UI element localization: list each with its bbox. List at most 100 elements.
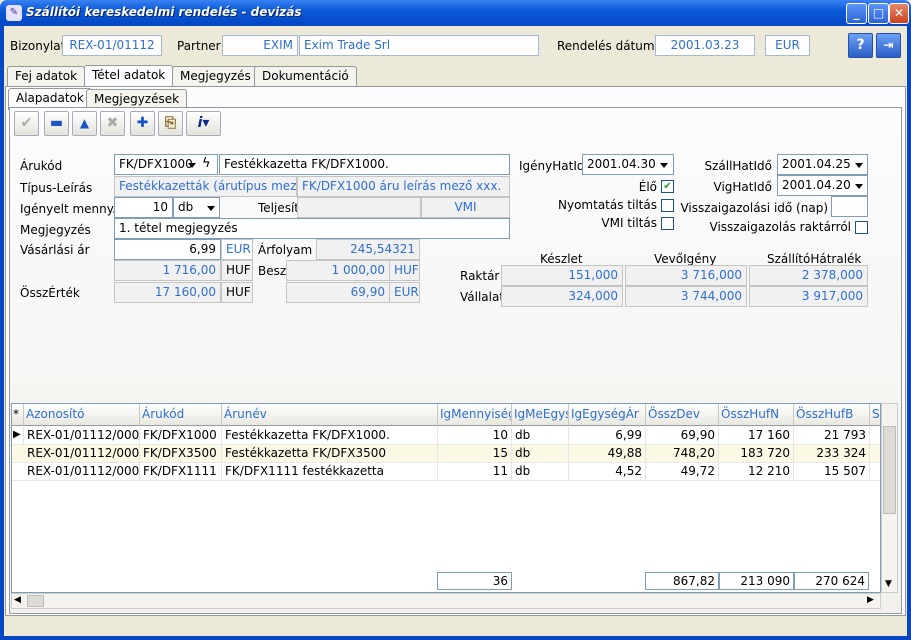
- col-igmeegys[interactable]: IgMeEgys: [512, 404, 569, 426]
- elo-checkbox[interactable]: ✔: [661, 180, 674, 193]
- scroll-left-icon[interactable]: ◀: [14, 595, 21, 605]
- igenyelt-field[interactable]: 10: [114, 197, 173, 218]
- visszaig-field[interactable]: [831, 196, 868, 217]
- cell-igegysegar[interactable]: 4,52: [569, 463, 646, 481]
- cell-osszhufn[interactable]: 17 160: [719, 427, 794, 445]
- app-icon: ✎: [6, 5, 22, 21]
- cell-arunev[interactable]: Festékkazetta FK/DFX1000.: [222, 427, 438, 445]
- exit-icon[interactable]: ⇥: [876, 33, 901, 58]
- bizonylat-field[interactable]: REX-01/01112: [62, 35, 162, 56]
- tab-megjegyzes[interactable]: Megjegyzés: [172, 66, 259, 86]
- stock-col-szallitohatralek: SzállítóHátralék: [767, 252, 862, 266]
- horizontal-scrollbar[interactable]: ◀ ▶: [11, 593, 881, 609]
- items-grid[interactable]: * Azonosító Árukód Árunév IgMennyiség Ig…: [11, 403, 881, 593]
- cell-arukod[interactable]: FK/DFX1111: [140, 463, 222, 481]
- cell-azonosito[interactable]: REX-01/01112/0002: [24, 445, 140, 463]
- partner-name-field[interactable]: Exim Trade Srl: [299, 35, 539, 56]
- cell-igmeegys[interactable]: db: [512, 445, 569, 463]
- table-row[interactable]: REX-01/01112/0003 FK/DFX1111 FK/DFX1111 …: [12, 463, 880, 481]
- hscroll-thumb[interactable]: [27, 595, 44, 607]
- cell-igegysegar[interactable]: 49,88: [569, 445, 646, 463]
- currency-field[interactable]: EUR: [765, 35, 810, 56]
- maximize-button[interactable]: □: [868, 3, 889, 24]
- table-row[interactable]: REX-01/01112/0002 FK/DFX3500 Festékkazet…: [12, 445, 880, 463]
- add-row-button[interactable]: ✚: [130, 111, 155, 136]
- cell-arunev[interactable]: FK/DFX1111 festékkazetta: [222, 463, 438, 481]
- cell-osszdev[interactable]: 49,72: [646, 463, 719, 481]
- tab-dokumentacio[interactable]: Dokumentáció: [254, 66, 357, 86]
- cell-azonosito[interactable]: REX-01/01112/0003: [24, 463, 140, 481]
- visszaig-raktar-label: Visszaigazolás raktárról: [709, 220, 852, 234]
- scroll-down-icon[interactable]: ▼: [885, 579, 892, 589]
- stock-vallalat-keszlet: 324,000: [501, 286, 623, 307]
- arfolyam-field: 245,54321: [316, 239, 420, 260]
- cell-osszdev[interactable]: 69,90: [646, 427, 719, 445]
- vighat-value: 2001.04.20: [782, 178, 851, 192]
- cell-arunev[interactable]: Festékkazetta FK/DFX3500: [222, 445, 438, 463]
- total-osszdev: 867,82: [645, 572, 719, 590]
- cell-arukod[interactable]: FK/DFX3500: [140, 445, 222, 463]
- col-osszhufn[interactable]: ÖsszHufN: [719, 404, 794, 426]
- cancel-button[interactable]: ✖: [100, 111, 125, 136]
- date-field[interactable]: 2001.03.23: [655, 35, 755, 56]
- chevron-down-icon: [188, 163, 196, 168]
- cell-osszdev[interactable]: 748,20: [646, 445, 719, 463]
- igenyelt-label: Igényelt menny.: [20, 202, 116, 216]
- visszaig-raktar-checkbox[interactable]: [855, 221, 868, 234]
- vertical-scrollbar[interactable]: ▼: [881, 403, 898, 593]
- cell-osszhufn[interactable]: 183 720: [719, 445, 794, 463]
- cell-azonosito[interactable]: REX-01/01112/0001: [24, 427, 140, 445]
- col-arukod[interactable]: Árukód: [140, 404, 222, 426]
- teljesitett-field: [297, 197, 421, 218]
- stock-col-keszlet: Készlet: [540, 252, 583, 266]
- tipus-field: Festékkazetták (árutípus mező): [114, 176, 297, 197]
- megjegyzes-field[interactable]: 1. tétel megjegyzés: [114, 218, 510, 239]
- help-icon[interactable]: ?: [848, 33, 873, 58]
- cell-arukod[interactable]: FK/DFX1000: [140, 427, 222, 445]
- cell-igegysegar[interactable]: 6,99: [569, 427, 646, 445]
- cell-osszhufb[interactable]: 15 507: [794, 463, 870, 481]
- copy-button[interactable]: ⎘: [158, 111, 183, 136]
- tab-fej-adatok[interactable]: Fej adatok: [7, 66, 86, 86]
- col-arunev[interactable]: Árunév: [222, 404, 438, 426]
- tab-tetel-adatok[interactable]: Tétel adatok: [84, 65, 174, 87]
- cell-igmennyiseg[interactable]: 15: [438, 445, 512, 463]
- vmi-field: VMI: [421, 197, 510, 218]
- egyseg-value: db: [178, 200, 194, 214]
- table-row[interactable]: ▶ REX-01/01112/0001 FK/DFX1000 Festékkaz…: [12, 427, 880, 445]
- cell-igmeegys[interactable]: db: [512, 427, 569, 445]
- col-azonosito[interactable]: Azonosító: [24, 404, 140, 426]
- scroll-right-icon[interactable]: ▶: [867, 595, 874, 605]
- cell-osszhufn[interactable]: 12 210: [719, 463, 794, 481]
- stock-vallalat-vevoigeny: 3 744,000: [625, 286, 747, 307]
- col-igegysegar[interactable]: IgEgységÁr: [569, 404, 646, 426]
- col-sz[interactable]: Sz: [870, 404, 880, 426]
- vighat-label: VigHatIdő: [713, 180, 772, 194]
- delete-row-button[interactable]: ▬: [44, 111, 69, 136]
- tab-megjegyzesek[interactable]: Megjegyzések: [86, 89, 188, 109]
- close-button[interactable]: ✕: [889, 3, 909, 24]
- scrollbar-thumb[interactable]: [883, 426, 896, 514]
- info-menu-button[interactable]: i▾: [186, 111, 221, 136]
- grid-corner[interactable]: *: [12, 404, 24, 426]
- total-osszhufn: 213 090: [719, 572, 794, 590]
- cell-osszhufb[interactable]: 21 793: [794, 427, 870, 445]
- move-up-button[interactable]: ▲: [72, 111, 97, 136]
- osszertek-label: ÖsszÉrték: [20, 286, 80, 300]
- vasarlasi-field[interactable]: 6,99: [114, 239, 221, 260]
- stock-vallalat-label: Vállalat: [460, 290, 505, 304]
- cell-osszhufb[interactable]: 233 324: [794, 445, 870, 463]
- ok-button[interactable]: ✔: [14, 111, 39, 136]
- partner-code-field[interactable]: EXIM: [222, 35, 298, 56]
- lightning-icon[interactable]: ϟ: [202, 156, 211, 171]
- cell-igmeegys[interactable]: db: [512, 463, 569, 481]
- col-igmennyiseg[interactable]: IgMennyiség: [438, 404, 512, 426]
- minimize-button[interactable]: _: [846, 3, 867, 24]
- cell-igmennyiseg[interactable]: 11: [438, 463, 512, 481]
- col-osszhufb[interactable]: ÖsszHufB: [794, 404, 870, 426]
- cell-igmennyiseg[interactable]: 10: [438, 427, 512, 445]
- col-osszdev[interactable]: ÖsszDev: [646, 404, 719, 426]
- visszaig-label: Visszaigazolási idő (nap): [680, 201, 828, 215]
- stock-raktar-szallitohatralek: 2 378,000: [749, 265, 868, 286]
- chevron-down-icon: [855, 184, 863, 189]
